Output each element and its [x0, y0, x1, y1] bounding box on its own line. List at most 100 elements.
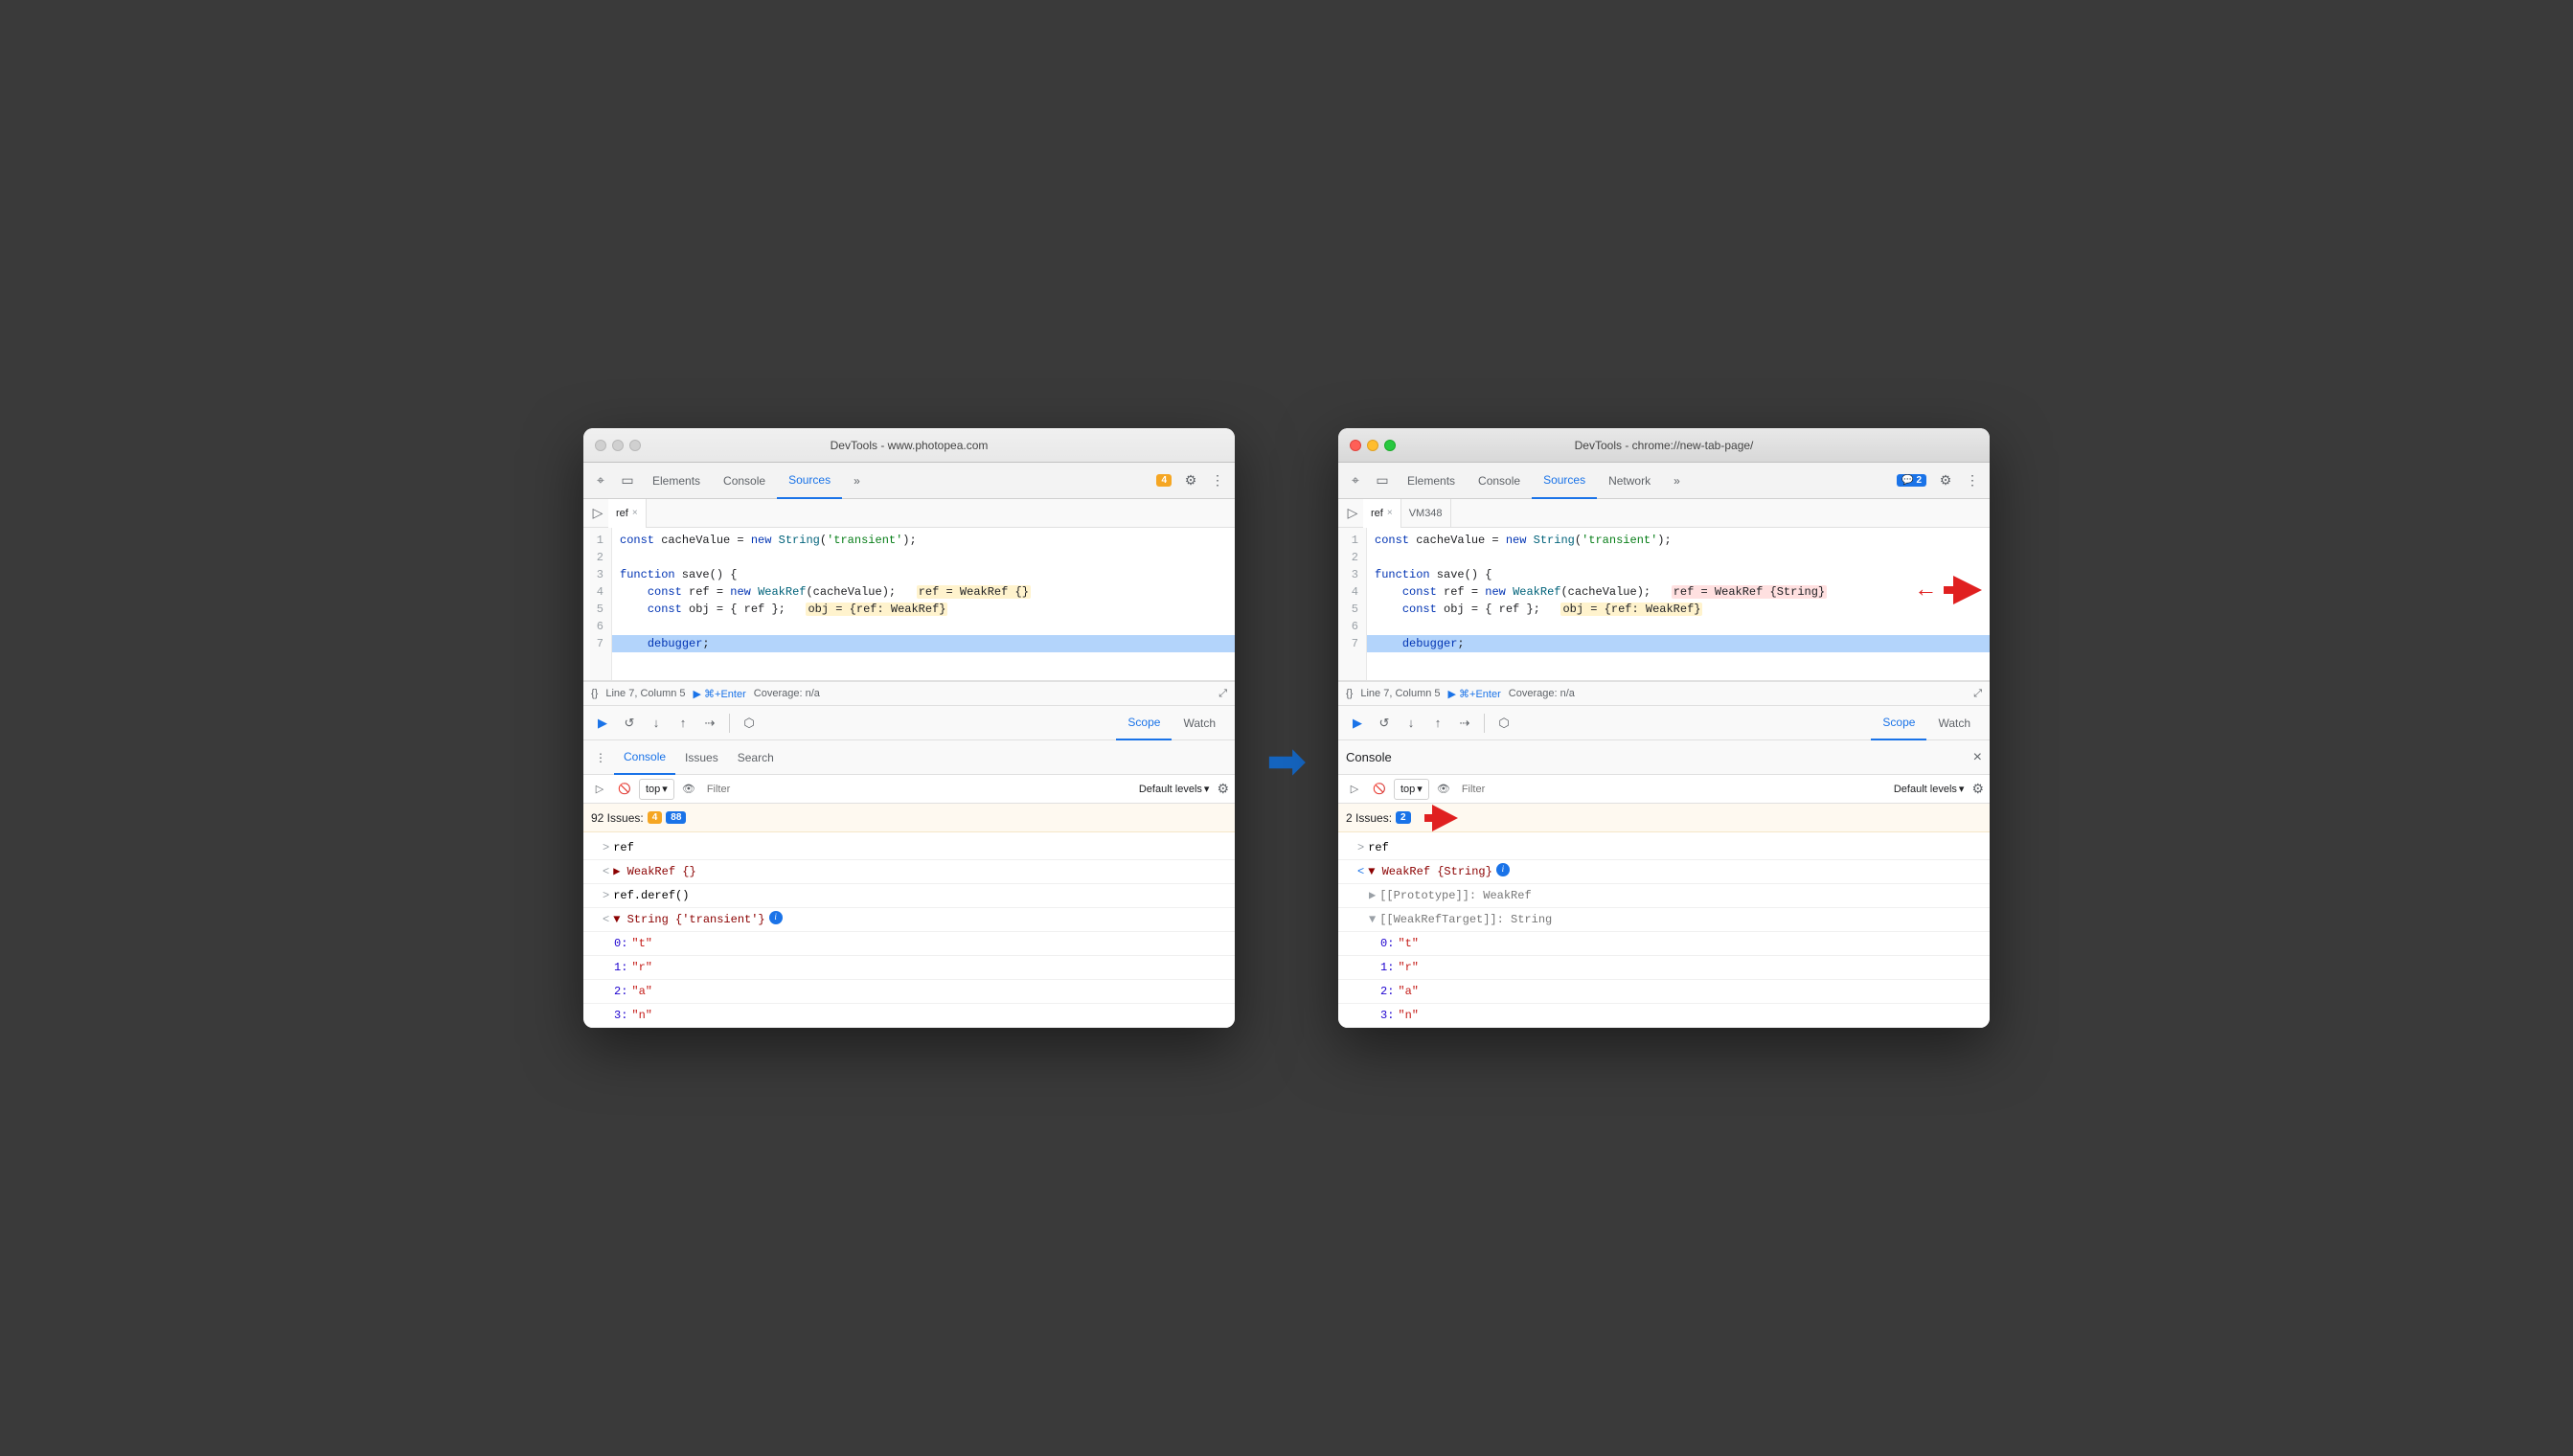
left-console-settings[interactable]: ⚙	[1217, 781, 1229, 797]
left-ct-eye[interactable]: 👁	[678, 779, 699, 800]
left-bottom-panel: ⋮ Console Issues Search ▷ 🚫 top ▾ 👁 Defa…	[583, 740, 1235, 1028]
left-code-line-6	[612, 618, 1235, 635]
right-tab-sources[interactable]: Sources	[1532, 463, 1597, 499]
right-console-item-1: > ref	[1338, 836, 1990, 860]
left-default-levels-label: Default levels	[1139, 784, 1202, 795]
right-ct-run[interactable]: ▷	[1344, 779, 1365, 800]
left-run-btn[interactable]: ▶ ⌘+Enter	[694, 688, 746, 700]
left-console-item-1: > ref	[583, 836, 1235, 860]
right-filter-input[interactable]	[1458, 784, 1886, 795]
left-watch-tab[interactable]: Watch	[1172, 706, 1227, 740]
right-title-bar: DevTools - chrome://new-tab-page/	[1338, 428, 1990, 463]
right-ct-eye[interactable]: 👁	[1433, 779, 1454, 800]
right-watch-tab[interactable]: Watch	[1926, 706, 1982, 740]
right-file-close[interactable]: ×	[1387, 508, 1393, 518]
right-console-item-7: 2: "a"	[1338, 980, 1990, 1004]
right-console-output: > ref < ▼ WeakRef {String} i ▶ [[Prototy…	[1338, 832, 1990, 1028]
left-maximize-button[interactable]	[629, 440, 641, 451]
left-file-close[interactable]: ×	[632, 508, 638, 518]
right-console-settings[interactable]: ⚙	[1971, 781, 1984, 797]
left-top-chevron: ▾	[662, 783, 668, 795]
right-scope-tab[interactable]: Scope	[1871, 706, 1926, 740]
right-dbg-play[interactable]: ▶	[1346, 712, 1369, 735]
left-issues-bar: 92 Issues: 4 88	[583, 804, 1235, 832]
right-scope-watch-tabs: Scope Watch	[1871, 706, 1982, 740]
right-console-item-6: 1: "r"	[1338, 956, 1990, 980]
right-tab-network[interactable]: Network	[1597, 463, 1662, 499]
left-file-tab-ref[interactable]: ref ×	[608, 499, 647, 528]
left-close-button[interactable]	[595, 440, 606, 451]
right-code-lines[interactable]: const cacheValue = new String('transient…	[1367, 528, 1990, 680]
right-top-dropdown[interactable]: top ▾	[1394, 779, 1429, 800]
right-tab-more[interactable]: »	[1662, 463, 1692, 499]
right-dbg-step[interactable]: ⇢	[1453, 712, 1476, 735]
right-device-icon[interactable]: ▭	[1369, 467, 1396, 494]
right-dbg-step-out[interactable]: ↑	[1426, 712, 1449, 735]
right-traffic-lights	[1350, 440, 1396, 451]
right-default-levels[interactable]: Default levels ▾	[1890, 781, 1969, 797]
left-curly-braces: {}	[591, 688, 598, 699]
left-default-levels[interactable]: Default levels ▾	[1135, 781, 1214, 797]
left-dbg-play[interactable]: ▶	[591, 712, 614, 735]
right-tab-console[interactable]: Console	[1467, 463, 1532, 499]
left-dbg-step-out[interactable]: ↑	[672, 712, 694, 735]
right-ct-ban[interactable]: 🚫	[1369, 779, 1390, 800]
left-ct-ban[interactable]: 🚫	[614, 779, 635, 800]
right-console-item-5: 0: "t"	[1338, 932, 1990, 956]
left-cursor-icon[interactable]: ⌖	[587, 467, 614, 494]
right-cursor-icon[interactable]: ⌖	[1342, 467, 1369, 494]
right-line-numbers: 1 2 3 4 5 6 7	[1338, 528, 1367, 680]
left-tab-console[interactable]: Console	[712, 463, 777, 499]
left-issues-tab[interactable]: Issues	[675, 740, 728, 775]
left-menu-icon[interactable]: ⋮	[1204, 467, 1231, 494]
right-settings-icon[interactable]: ⚙	[1932, 467, 1959, 494]
left-console-tab[interactable]: Console	[614, 740, 675, 775]
right-tab-elements[interactable]: Elements	[1396, 463, 1467, 499]
left-console-toolbar: ▷ 🚫 top ▾ 👁 Default levels ▾ ⚙	[583, 775, 1235, 804]
left-scope-tab[interactable]: Scope	[1116, 706, 1172, 740]
right-dbg-deactivate[interactable]: ⬡	[1492, 712, 1515, 735]
left-tab-more[interactable]: »	[842, 463, 872, 499]
right-default-levels-chevron: ▾	[1959, 783, 1965, 795]
left-dbg-step-over[interactable]: ↺	[618, 712, 641, 735]
left-val-0: "t"	[631, 935, 652, 952]
right-code-line-4: const ref = new WeakRef(cacheValue); ref…	[1367, 583, 1990, 601]
left-expand-icon[interactable]: ⤢	[1218, 688, 1227, 700]
left-dbg-step[interactable]: ⇢	[698, 712, 721, 735]
blue-arrow: ➡	[1267, 735, 1306, 788]
right-maximize-button[interactable]	[1384, 440, 1396, 451]
right-run-btn[interactable]: ▶ ⌘+Enter	[1448, 688, 1501, 700]
left-top-label: top	[646, 784, 660, 795]
left-code-lines[interactable]: const cacheValue = new String('transient…	[612, 528, 1235, 680]
right-devtools-tabs: ⌖ ▭ Elements Console Sources Network » 💬…	[1338, 463, 1990, 499]
right-console-close[interactable]: ×	[1973, 749, 1982, 766]
right-file-tabs: ▷ ref × VM348	[1338, 499, 1990, 528]
left-arrow-2: <	[603, 863, 609, 880]
left-device-icon[interactable]: ▭	[614, 467, 641, 494]
left-tab-elements[interactable]: Elements	[641, 463, 712, 499]
left-console-menu[interactable]: ⋮	[587, 744, 614, 771]
left-minimize-button[interactable]	[612, 440, 624, 451]
left-search-tab[interactable]: Search	[728, 740, 784, 775]
left-settings-icon[interactable]: ⚙	[1177, 467, 1204, 494]
right-expand-icon[interactable]: ⤢	[1973, 688, 1982, 700]
right-menu-icon[interactable]: ⋮	[1959, 467, 1986, 494]
right-console-item-4: ▼ [[WeakRefTarget]]: String	[1338, 908, 1990, 932]
right-dbg-step-into[interactable]: ↓	[1400, 712, 1423, 735]
left-position: Line 7, Column 5	[605, 688, 685, 699]
left-dbg-deactivate[interactable]: ⬡	[738, 712, 761, 735]
right-close-button[interactable]	[1350, 440, 1361, 451]
right-file-tab-ref[interactable]: ref ×	[1363, 499, 1401, 528]
left-ct-run[interactable]: ▷	[589, 779, 610, 800]
right-idx-2: 2:	[1380, 983, 1394, 1000]
left-dbg-step-into[interactable]: ↓	[645, 712, 668, 735]
right-play-icon[interactable]: ▷	[1342, 503, 1363, 524]
left-top-dropdown[interactable]: top ▾	[639, 779, 674, 800]
right-minimize-button[interactable]	[1367, 440, 1378, 451]
right-file-tab-vm[interactable]: VM348	[1401, 499, 1451, 528]
left-filter-input[interactable]	[703, 784, 1131, 795]
left-tab-sources[interactable]: Sources	[777, 463, 842, 499]
left-traffic-lights	[595, 440, 641, 451]
left-play-icon[interactable]: ▷	[587, 503, 608, 524]
right-dbg-step-over[interactable]: ↺	[1373, 712, 1396, 735]
